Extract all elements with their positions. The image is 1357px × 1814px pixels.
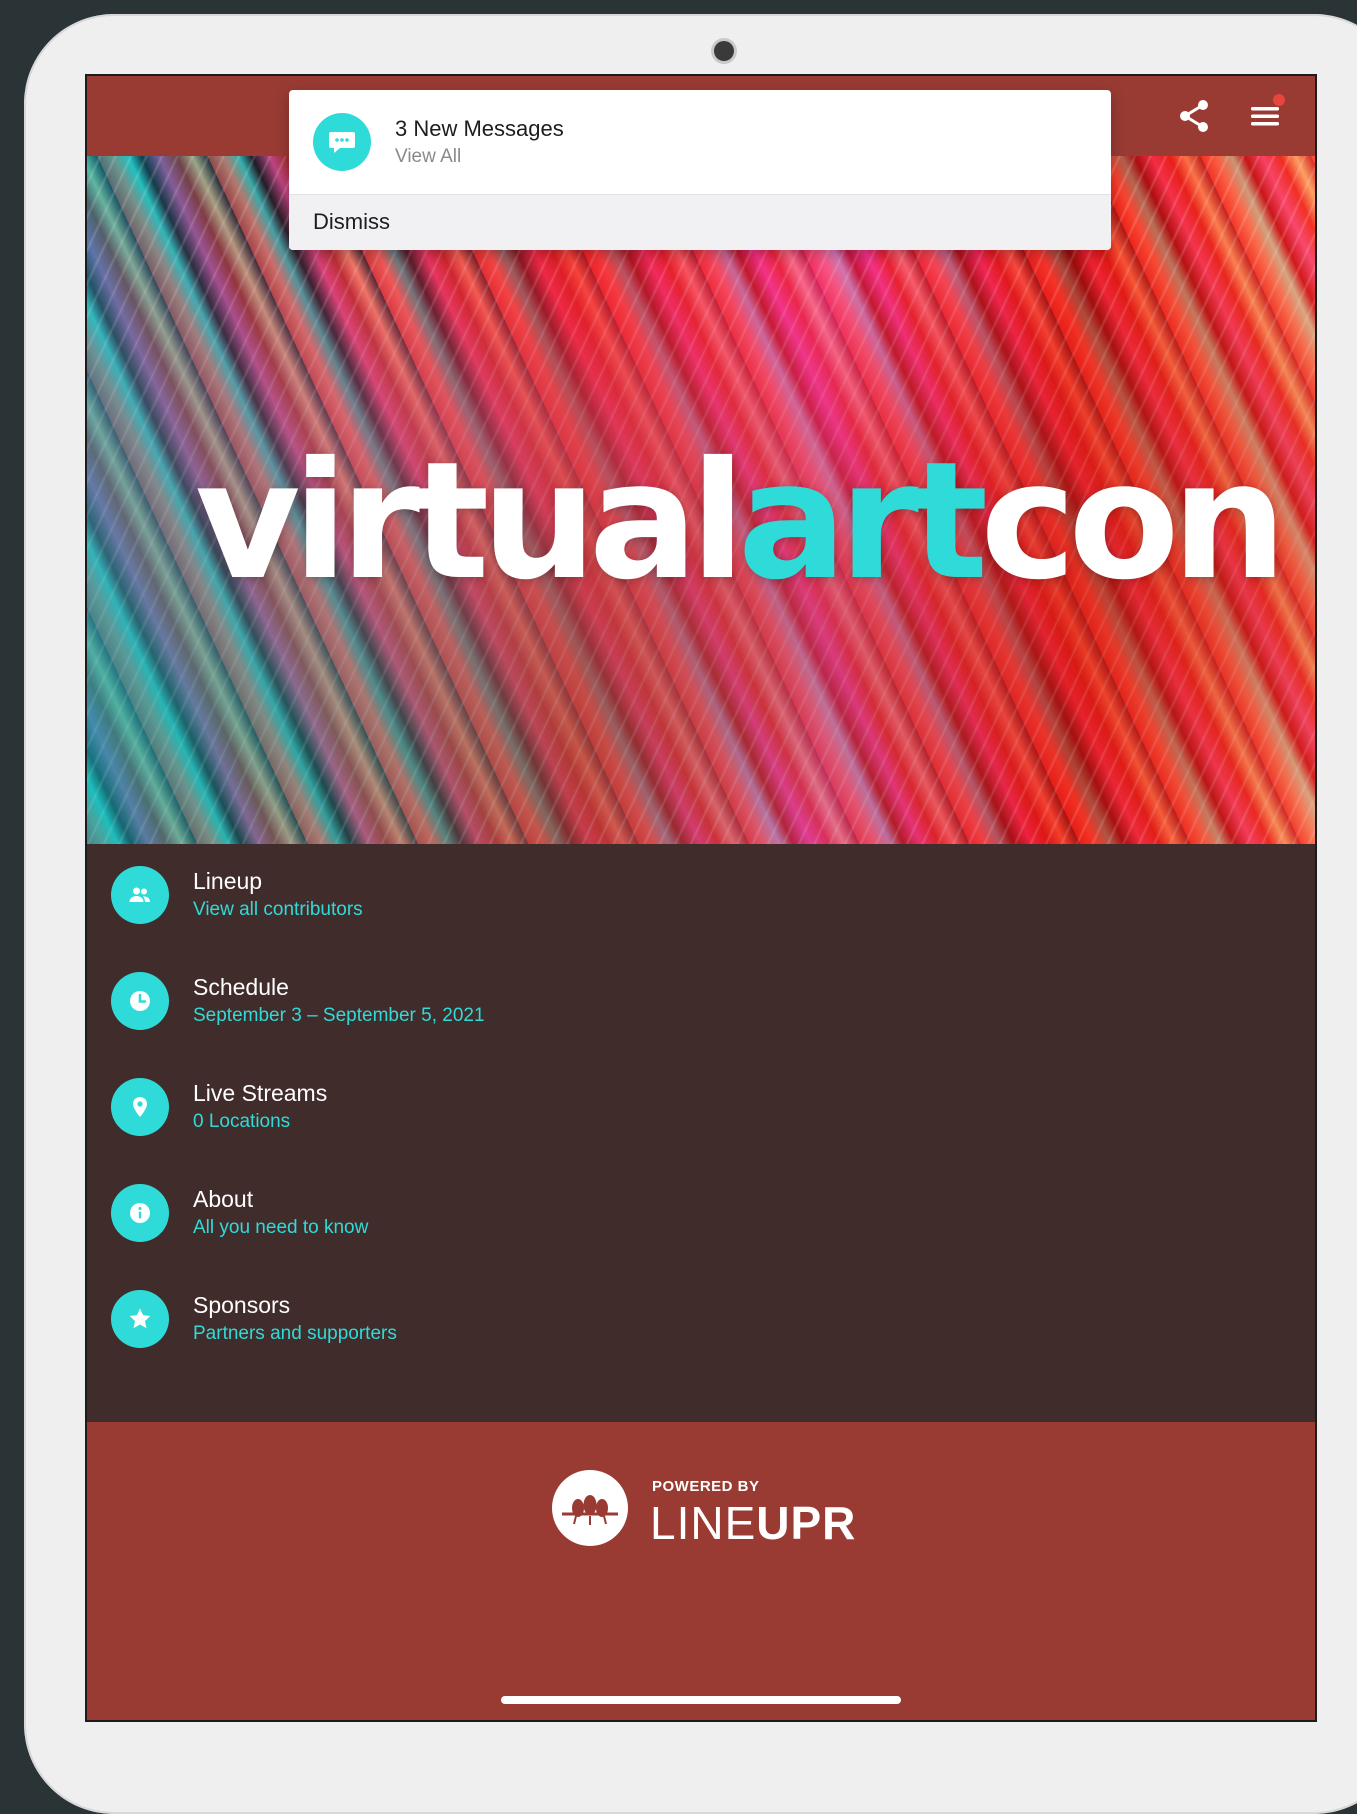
menu-item-title: About: [193, 1186, 254, 1212]
people-icon: [111, 866, 169, 924]
brand-light: LINE: [650, 1497, 757, 1549]
view-all-link[interactable]: View All: [395, 146, 461, 168]
lineupr-wordmark: LINEUPR: [650, 1496, 856, 1550]
event-logo: virtualartcon: [195, 441, 1287, 603]
lineupr-logo: [552, 1470, 628, 1546]
menu-item-subtitle: View all contributors: [193, 899, 363, 920]
star-icon: [111, 1290, 169, 1348]
clock-icon: [111, 972, 169, 1030]
dismiss-button[interactable]: Dismiss: [289, 194, 1111, 250]
app-screen: virtualartcon 3 New Messages View All Di…: [85, 74, 1317, 1722]
info-icon: [111, 1184, 169, 1242]
main-menu: Lineup View all contributors Schedule Se…: [87, 844, 1315, 1422]
dismiss-label: Dismiss: [313, 209, 390, 234]
menu-item-sponsors[interactable]: Sponsors Partners and supporters: [87, 1268, 1315, 1374]
share-button[interactable]: [1175, 96, 1215, 136]
menu-item-lineup[interactable]: Lineup View all contributors: [87, 844, 1315, 950]
messages-notification: 3 New Messages View All Dismiss: [289, 90, 1111, 250]
menu-item-title: Live Streams: [193, 1080, 328, 1106]
menu-item-about[interactable]: About All you need to know: [87, 1162, 1315, 1268]
menu-item-subtitle: Partners and supporters: [193, 1323, 397, 1344]
chat-bubble-icon: [313, 113, 371, 171]
logo-part-2: art: [737, 428, 989, 616]
hero-banner: virtualartcon: [87, 156, 1315, 844]
menu-item-subtitle: September 3 – September 5, 2021: [193, 1005, 485, 1026]
menu-item-title: Schedule: [193, 974, 289, 1000]
footer: POWERED BY LINEUPR: [87, 1422, 1315, 1720]
menu-item-schedule[interactable]: Schedule September 3 – September 5, 2021: [87, 950, 1315, 1056]
menu-button[interactable]: [1245, 94, 1285, 136]
logo-part-1: virtual: [195, 428, 746, 616]
notification-badge: [1273, 94, 1285, 106]
logo-part-3: con: [980, 428, 1287, 616]
camera: [714, 41, 734, 61]
notification-title: 3 New Messages: [395, 116, 564, 141]
menu-item-live-streams[interactable]: Live Streams 0 Locations: [87, 1056, 1315, 1162]
menu-item-title: Lineup: [193, 868, 263, 894]
menu-item-subtitle: 0 Locations: [193, 1111, 291, 1132]
brand-bold: UPR: [756, 1497, 857, 1549]
location-pin-icon: [111, 1078, 169, 1136]
home-indicator[interactable]: [501, 1696, 901, 1704]
view-messages-button[interactable]: 3 New Messages View All: [289, 90, 1111, 194]
powered-by-label: POWERED BY: [652, 1478, 760, 1495]
powered-by-lineupr[interactable]: POWERED BY LINEUPR: [552, 1470, 872, 1550]
share-icon: [1180, 100, 1208, 132]
menu-item-title: Sponsors: [193, 1292, 291, 1318]
menu-item-subtitle: All you need to know: [193, 1217, 369, 1238]
